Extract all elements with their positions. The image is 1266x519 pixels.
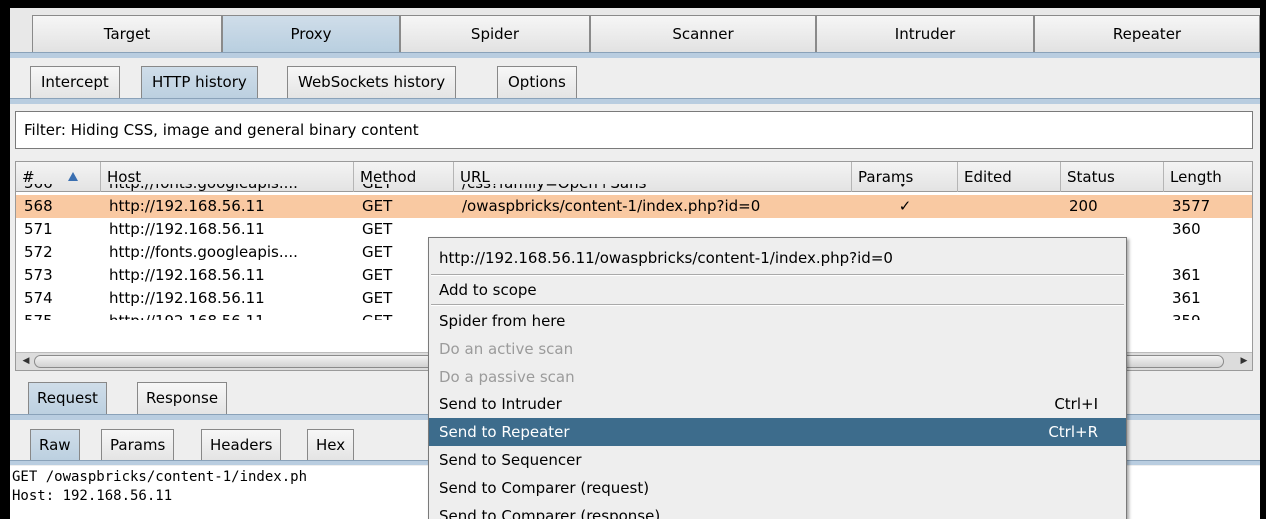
row-number: 575 xyxy=(24,310,53,320)
row-host: http://192.168.56.11 xyxy=(109,289,265,307)
tab-repeater[interactable]: Repeater xyxy=(1034,15,1260,52)
menu-item-label: Add to scope xyxy=(439,281,537,299)
tab-websockets-history[interactable]: WebSockets history xyxy=(287,66,457,98)
menu-item-label: Send to Comparer (request) xyxy=(439,479,650,497)
menu-item-active-scan[interactable]: Do an active scan xyxy=(429,335,1126,363)
row-url: /css?family=Open+Sans xyxy=(462,184,646,195)
menu-item-label: Send to Intruder xyxy=(439,395,562,413)
burp-suite-window: Target Proxy Spider Scanner Intruder Rep… xyxy=(10,8,1260,519)
row-length: 3577 xyxy=(1172,197,1211,215)
menu-item-add-to-scope[interactable]: Add to scope xyxy=(429,276,1126,304)
row-length: 360 xyxy=(1172,220,1201,238)
scroll-left-icon[interactable]: ◀ xyxy=(18,354,34,369)
row-method: GET xyxy=(362,184,392,195)
proxy-sub-tab-bar: Intercept HTTP history WebSockets histor… xyxy=(10,59,1260,105)
tab-request[interactable]: Request xyxy=(28,382,107,414)
filter-bar[interactable]: Filter: Hiding CSS, image and general bi… xyxy=(15,111,1253,149)
row-host: http://192.168.56.11 xyxy=(109,197,265,215)
row-host: http://192.168.56.11 xyxy=(109,220,265,238)
menu-item-label: Spider from here xyxy=(439,312,566,330)
row-url: /owaspbricks/content-1/index.php?id=0 xyxy=(462,197,761,215)
row-host: http://fonts.googleapis.... xyxy=(109,243,298,261)
menu-item-send-to-comparer-request[interactable]: Send to Comparer (request) xyxy=(429,474,1126,502)
row-status: 200 xyxy=(1069,197,1098,215)
row-number: 571 xyxy=(24,220,53,238)
row-length: 361 xyxy=(1172,266,1201,284)
tab-strip xyxy=(10,52,1260,58)
row-number: 568 xyxy=(24,197,53,215)
menu-separator xyxy=(431,304,1124,306)
row-params: ✓ xyxy=(852,184,958,195)
tab-headers[interactable]: Headers xyxy=(201,429,282,460)
menu-item-passive-scan[interactable]: Do a passive scan xyxy=(429,363,1126,391)
context-menu: http://192.168.56.11/owaspbricks/content… xyxy=(428,237,1127,519)
row-host: http://192.168.56.11 xyxy=(109,310,265,320)
tab-intercept[interactable]: Intercept xyxy=(30,66,120,98)
row-number: 572 xyxy=(24,243,53,261)
tab-spider[interactable]: Spider xyxy=(400,15,590,52)
row-method: GET xyxy=(362,289,393,307)
menu-item-send-to-comparer-response[interactable]: Send to Comparer (response) xyxy=(429,502,1126,519)
menu-item-label: Do an active scan xyxy=(439,340,574,358)
tab-intruder[interactable]: Intruder xyxy=(816,15,1034,52)
tab-options[interactable]: Options xyxy=(497,66,577,98)
row-number: 573 xyxy=(24,266,53,284)
menu-item-shortcut: Ctrl+R xyxy=(1048,423,1098,441)
row-number: 566 xyxy=(24,184,53,195)
row-number: 574 xyxy=(24,289,53,307)
row-host: http://fonts.googleapis.... xyxy=(109,184,298,195)
sub-tab-strip xyxy=(10,98,1260,104)
row-method: GET xyxy=(362,243,393,261)
top-tab-bar: Target Proxy Spider Scanner Intruder Rep… xyxy=(10,8,1260,58)
menu-item-label: Send to Comparer (response) xyxy=(439,507,661,519)
menu-item-send-to-repeater[interactable]: Send to Repeater Ctrl+R xyxy=(429,418,1126,446)
row-method: GET xyxy=(362,266,393,284)
menu-item-label: Do a passive scan xyxy=(439,368,575,386)
row-params-check: ✓ xyxy=(898,197,912,215)
tab-hex[interactable]: Hex xyxy=(307,429,355,460)
table-row-selected[interactable]: 568 http://192.168.56.11 GET /owaspbrick… xyxy=(16,195,1252,218)
screen-frame: Target Proxy Spider Scanner Intruder Rep… xyxy=(0,0,1266,519)
menu-header-url: http://192.168.56.11/owaspbricks/content… xyxy=(439,249,893,267)
row-length: 361 xyxy=(1172,289,1201,307)
row-method: GET xyxy=(362,197,393,215)
tab-response[interactable]: Response xyxy=(137,382,228,414)
menu-item-shortcut: Ctrl+I xyxy=(1054,395,1098,413)
menu-item-send-to-intruder[interactable]: Send to Intruder Ctrl+I xyxy=(429,390,1126,418)
tab-target[interactable]: Target xyxy=(32,15,222,52)
tab-http-history[interactable]: HTTP history xyxy=(141,66,258,98)
row-length: 359 xyxy=(1172,310,1201,320)
tab-proxy[interactable]: Proxy xyxy=(222,15,400,52)
sort-ascending-icon xyxy=(68,172,78,181)
row-method: GET xyxy=(362,310,392,320)
menu-item-spider-from-here[interactable]: Spider from here xyxy=(429,307,1126,335)
row-method: GET xyxy=(362,220,393,238)
tab-scanner[interactable]: Scanner xyxy=(590,15,816,52)
menu-item-label: Send to Repeater xyxy=(439,423,570,441)
tab-params[interactable]: Params xyxy=(101,429,175,460)
menu-item-label: Send to Sequencer xyxy=(439,451,582,469)
row-host: http://192.168.56.11 xyxy=(109,266,265,284)
menu-item-send-to-sequencer[interactable]: Send to Sequencer xyxy=(429,446,1126,474)
scroll-right-icon[interactable]: ▶ xyxy=(1236,354,1252,369)
tab-raw[interactable]: Raw xyxy=(30,429,80,460)
